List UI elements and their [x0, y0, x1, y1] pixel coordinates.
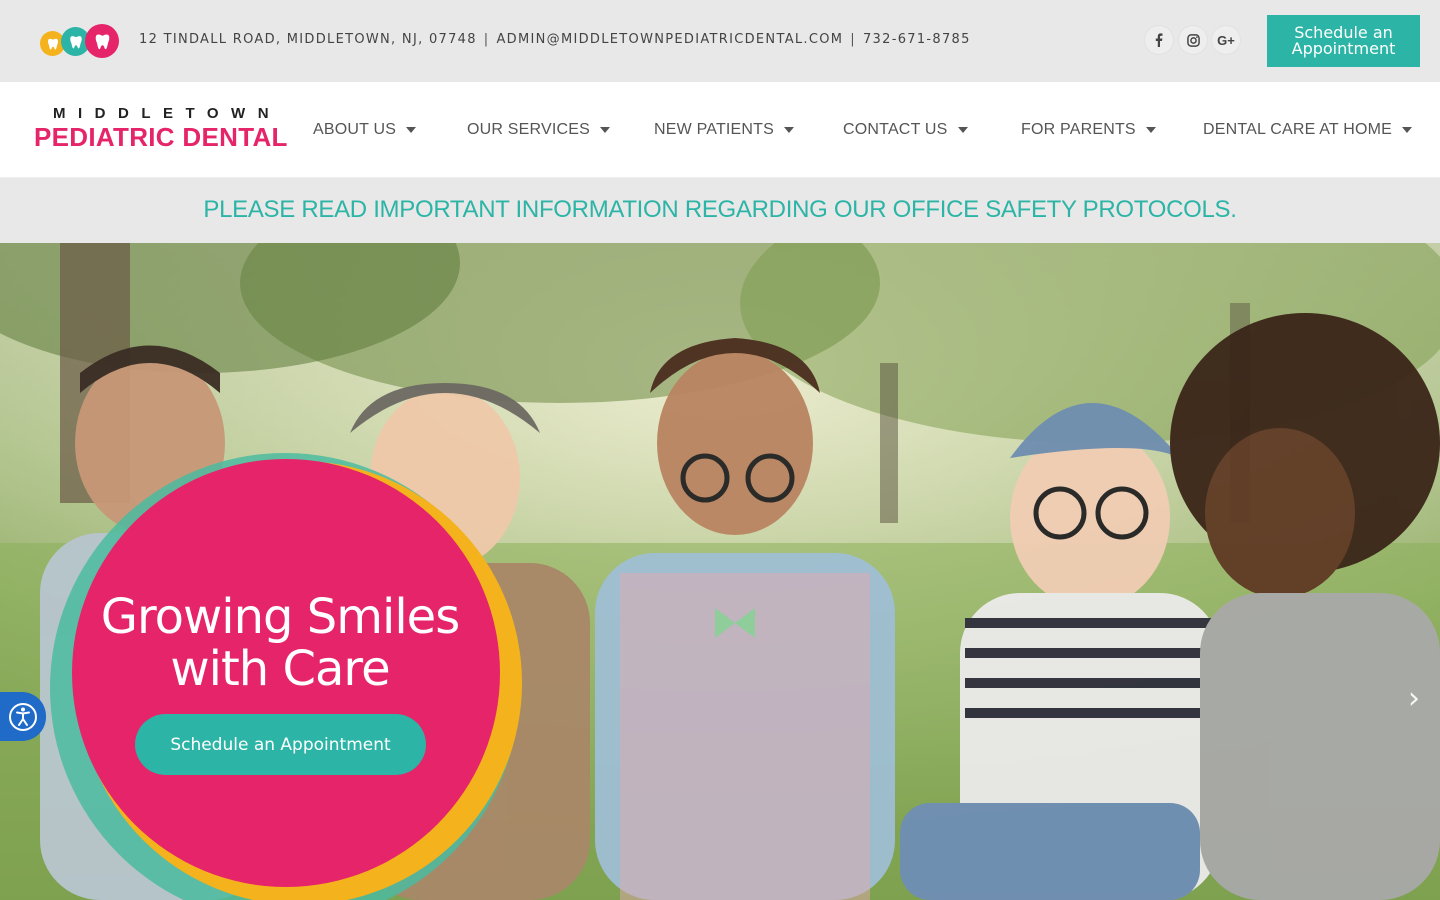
address-text: 12 TINDALL ROAD, MIDDLETOWN, NJ, 07748 — [139, 32, 477, 47]
nav-item-label: ABOUT US — [313, 121, 397, 138]
facebook-icon[interactable] — [1145, 26, 1173, 54]
separator: | — [483, 32, 490, 47]
safety-notice-text[interactable]: PLEASE READ IMPORTANT INFORMATION REGARD… — [203, 196, 1237, 224]
contact-info: 12 TINDALL ROAD, MIDDLETOWN, NJ, 07748 |… — [139, 32, 971, 47]
schedule-appointment-button[interactable]: Schedule an Appointment — [1267, 15, 1420, 67]
google-plus-glyph: G+ — [1217, 32, 1235, 48]
email-link[interactable]: ADMIN@MIDDLETOWNPEDIATRICDENTAL.COM — [496, 32, 843, 47]
nav-item-about-us[interactable]: ABOUT US — [313, 121, 417, 139]
slider-next-arrow-icon[interactable]: › — [1408, 681, 1420, 716]
logo-wordmark-bottom[interactable]: PEDIATRIC DENTAL — [34, 122, 288, 153]
main-navigation: MIDDLETOWN PEDIATRIC DENTAL ABOUT US OUR… — [0, 82, 1440, 178]
hero-circle-badge: Growing Smiles with Care Schedule an App… — [0, 243, 540, 900]
caret-down-icon — [784, 127, 795, 133]
google-plus-icon[interactable]: G+ — [1212, 26, 1240, 54]
accessibility-icon — [9, 702, 37, 731]
caret-down-icon — [1402, 127, 1413, 133]
instagram-icon[interactable] — [1179, 26, 1207, 54]
safety-notice-banner[interactable]: PLEASE READ IMPORTANT INFORMATION REGARD… — [0, 178, 1440, 243]
nav-item-label: CONTACT US — [843, 121, 948, 138]
caret-down-icon — [406, 127, 417, 133]
separator: | — [850, 32, 856, 47]
tooth-icon — [85, 24, 119, 58]
nav-item-label: DENTAL CARE AT HOME — [1203, 121, 1393, 138]
caret-down-icon — [600, 127, 611, 133]
top-bar: 12 TINDALL ROAD, MIDDLETOWN, NJ, 07748 |… — [0, 0, 1440, 82]
caret-down-icon — [957, 127, 968, 133]
hero-slider: ‹ › Growing Smiles with Care Schedule an… — [0, 243, 1440, 900]
phone-link[interactable]: 732-671-8785 — [863, 32, 971, 47]
caret-down-icon — [1145, 127, 1156, 133]
nav-item-for-parents[interactable]: FOR PARENTS — [1021, 121, 1156, 139]
nav-item-contact-us[interactable]: CONTACT US — [843, 121, 968, 139]
nav-item-label: NEW PATIENTS — [654, 121, 775, 138]
nav-item-new-patients[interactable]: NEW PATIENTS — [654, 121, 795, 139]
nav-item-label: FOR PARENTS — [1021, 121, 1136, 138]
hero-headline: Growing Smiles with Care — [100, 589, 460, 697]
accessibility-widget-button[interactable] — [0, 692, 46, 741]
tooth-logo-icons — [40, 24, 120, 58]
nav-item-dental-care-at-home[interactable]: DENTAL CARE AT HOME — [1203, 121, 1413, 139]
logo-wordmark-top[interactable]: MIDDLETOWN — [53, 105, 281, 122]
hero-schedule-appointment-button[interactable]: Schedule an Appointment — [135, 714, 426, 775]
nav-item-our-services[interactable]: OUR SERVICES — [467, 121, 611, 139]
nav-item-label: OUR SERVICES — [467, 121, 591, 138]
